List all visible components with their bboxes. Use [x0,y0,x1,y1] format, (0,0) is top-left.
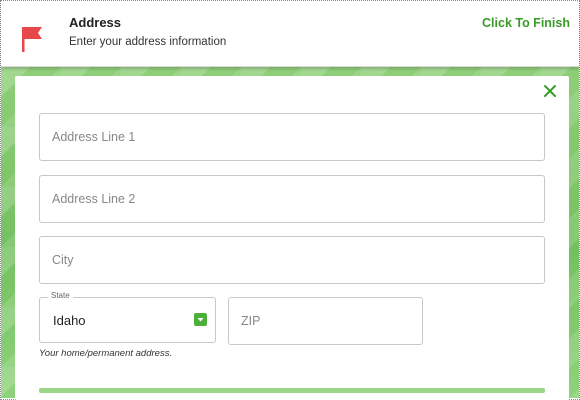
bottom-accent-bar [39,388,545,393]
zip-field [228,297,423,345]
address-line-1-input[interactable] [40,114,544,160]
address-line-2-field [39,175,545,223]
close-icon[interactable] [543,84,557,98]
address-form-card: State Idaho Your home/permanent address. [15,76,569,400]
address-line-1-field [39,113,545,161]
address-helper-text: Your home/permanent address. [39,348,173,359]
flag-icon [22,27,42,52]
state-label: State [48,291,73,300]
state-value: Idaho [53,313,86,328]
step-header: Address Enter your address information C… [1,1,579,67]
step-title: Address [69,15,122,30]
state-select[interactable]: State Idaho [39,291,216,343]
step-subtitle: Enter your address information [69,36,227,48]
zip-input[interactable] [229,298,422,344]
finish-link[interactable]: Click To Finish [482,16,570,30]
chevron-down-icon[interactable] [194,313,207,326]
city-field [39,236,545,284]
city-input[interactable] [40,237,544,283]
address-line-2-input[interactable] [40,176,544,222]
